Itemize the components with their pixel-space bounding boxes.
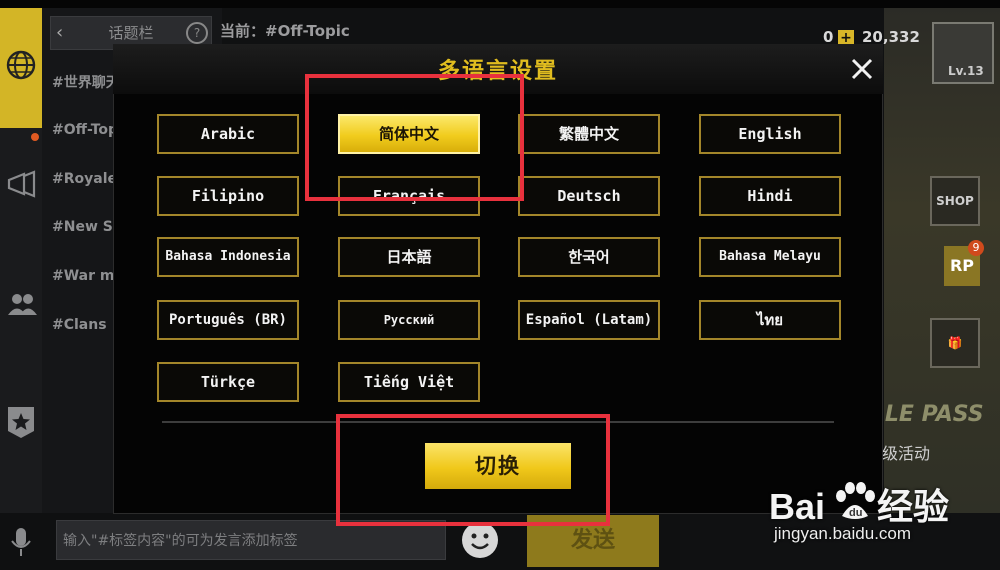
microphone-icon[interactable]: [10, 527, 32, 557]
language-option-korean[interactable]: 한국어: [518, 237, 660, 277]
topic-item[interactable]: #世界聊天: [52, 72, 120, 92]
language-option-arabic[interactable]: Arabic: [157, 114, 299, 154]
rp-notification-badge: 9: [968, 240, 984, 256]
favorite-star-icon[interactable]: [6, 405, 36, 439]
language-option-indonesian[interactable]: Bahasa Indonesia: [157, 237, 299, 277]
gift-icon[interactable]: 🎁: [930, 318, 980, 368]
game-screen: 话题栏 ‹ ? 当前：#Off-Topic #世界聊天 #Off-Topic #…: [0, 0, 1000, 570]
watermark-brand: Bai: [769, 486, 826, 527]
language-option-english[interactable]: English: [699, 114, 841, 154]
shop-button[interactable]: SHOP: [930, 176, 980, 226]
status-strip: [0, 0, 1000, 8]
emoji-icon[interactable]: [462, 522, 498, 558]
language-option-malay[interactable]: Bahasa Melayu: [699, 237, 841, 277]
world-chat-tab[interactable]: [0, 8, 42, 128]
megaphone-icon[interactable]: [6, 170, 38, 198]
paw-icon: du: [836, 482, 875, 519]
language-option-russian[interactable]: Русский: [338, 300, 480, 340]
close-icon[interactable]: [850, 57, 874, 81]
language-option-thai[interactable]: ไทย: [699, 300, 841, 340]
back-arrow-icon[interactable]: ‹: [56, 22, 63, 43]
notification-dot: [31, 133, 39, 141]
rank-level: Lv.13: [948, 64, 984, 78]
chat-input-field[interactable]: 输入"#标签内容"的可为发言添加标签: [56, 520, 446, 560]
language-option-turkish[interactable]: Türkçe: [157, 362, 299, 402]
language-option-hindi[interactable]: Hindi: [699, 176, 841, 216]
annotation-highlight-language: [305, 74, 524, 201]
current-topic-label: 当前：#Off-Topic: [220, 22, 350, 40]
friends-icon[interactable]: [6, 292, 38, 316]
language-option-portuguese[interactable]: Português (BR): [157, 300, 299, 340]
topic-item[interactable]: #Clans: [52, 317, 107, 333]
language-option-german[interactable]: Deutsch: [518, 176, 660, 216]
help-icon[interactable]: ?: [186, 22, 208, 44]
annotation-highlight-switch: [336, 414, 610, 526]
language-option-vietnamese[interactable]: Tiếng Việt: [338, 362, 480, 402]
svg-text:du: du: [849, 507, 862, 519]
smile-face-icon: [471, 533, 489, 550]
watermark-brand-suffix: 经验: [877, 486, 950, 527]
language-option-spanish[interactable]: Español (Latam): [518, 300, 660, 340]
language-option-filipino[interactable]: Filipino: [157, 176, 299, 216]
language-option-traditional-chinese[interactable]: 繁體中文: [518, 114, 660, 154]
globe-icon: [6, 50, 36, 80]
watermark-url: jingyan.baidu.com: [774, 524, 912, 543]
language-option-japanese[interactable]: 日本語: [338, 237, 480, 277]
